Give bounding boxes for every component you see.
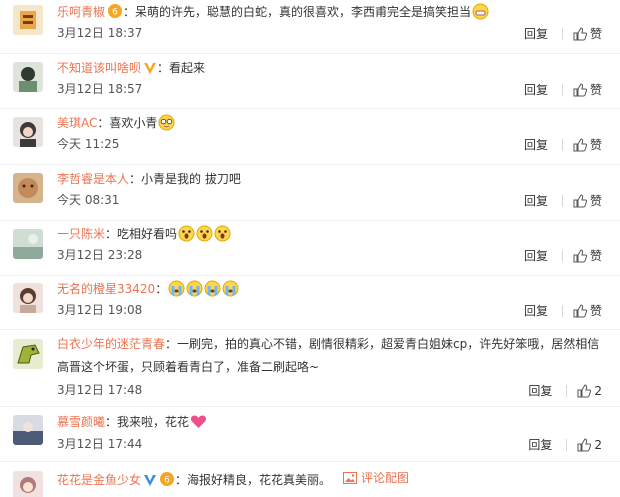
like-button[interactable]: 赞 [573, 81, 602, 98]
svg-text:6: 6 [112, 8, 118, 18]
comment-time: 3月12日 23:28 [57, 248, 143, 262]
username[interactable]: 一只陈米 [57, 227, 105, 241]
comment-time: 3月12日 17:44 [57, 437, 143, 451]
username[interactable]: 白衣少年的迷茫青春 [57, 337, 165, 351]
avatar[interactable] [13, 117, 43, 147]
comment-text: 看起来 [169, 61, 206, 75]
avatar[interactable] [13, 62, 43, 92]
comment-item: 无名的橙星33420： 3月12日 19:08 回复 赞 [0, 276, 620, 330]
comment-text: 海报好精良，花花真美丽。 [187, 473, 332, 487]
crying-emoji-icon [204, 280, 221, 297]
comment-time: 3月12日 19:08 [57, 303, 143, 317]
like-button[interactable]: 赞 [573, 192, 602, 209]
reply-button[interactable]: 回复 [528, 382, 552, 399]
reply-button[interactable]: 回复 [524, 192, 548, 209]
crying-emoji-icon [222, 280, 239, 297]
scream-emoji-icon [196, 225, 213, 242]
avatar[interactable] [13, 229, 43, 259]
comment-item: 李哲睿是本人：小青是我的 拔刀吧 今天 08:31 回复 赞 [0, 165, 620, 221]
crying-emoji-icon [186, 280, 203, 297]
avatar[interactable] [13, 339, 43, 369]
vip-badge-icon: 6 [160, 472, 175, 486]
comment-time: 3月12日 17:48 [57, 383, 143, 397]
reply-button[interactable]: 回复 [524, 136, 548, 153]
like-count: 赞 [589, 304, 602, 318]
comment-time: 今天 11:25 [57, 137, 120, 151]
thumbs-up-icon [573, 26, 587, 40]
comment-item: 美琪AC：喜欢小青 今天 11:25 回复 赞 [0, 109, 620, 165]
comment-time: 今天 08:31 [57, 193, 120, 207]
comment-item: 不知道该叫啥呗 ：看起来 3月12日 18:57 回复 赞 [0, 54, 620, 109]
username[interactable]: 乐呵青椒 [57, 5, 105, 19]
like-count: 赞 [589, 194, 602, 208]
reply-button[interactable]: 回复 [528, 436, 552, 453]
username[interactable]: 李哲睿是本人 [57, 172, 129, 186]
thumbs-up-icon [573, 193, 587, 207]
reply-button[interactable]: 回复 [524, 247, 548, 264]
avatar[interactable] [13, 5, 43, 35]
like-count: 赞 [589, 83, 602, 97]
like-count: 赞 [589, 138, 602, 152]
comment-text: 吃相好看吗 [117, 227, 178, 241]
avatar[interactable] [13, 471, 43, 497]
heart-emoji-icon [191, 415, 207, 428]
avatar[interactable] [13, 283, 43, 313]
username[interactable]: 无名的橙星33420 [57, 282, 155, 296]
comment-item: 白衣少年的迷茫青春：一刷完，拍的真心不错，剧情很精彩，超爱青白姐妹cp，许先好笨… [0, 330, 620, 407]
nerd-emoji-icon [158, 114, 175, 131]
thumbs-up-icon [573, 82, 587, 96]
comment-item: 一只陈米：吃相好看吗 3月12日 23:28 回复 赞 [0, 221, 620, 276]
comment-text: 喜欢小青 [109, 116, 158, 130]
comment-item: 花花是金鱼少女 6 ：海报好精良，花花真美丽。 评论配图 [0, 462, 620, 497]
verified-v-icon [144, 63, 157, 74]
like-count: 2 [594, 437, 602, 452]
comment-image-link[interactable]: 评论配图 [343, 467, 409, 489]
like-count: 赞 [589, 27, 602, 41]
comment-text: 呆萌的许先，聪慧的白蛇，真的很喜欢，李西甫完全是搞笑担当 [135, 5, 472, 19]
like-button[interactable]: 赞 [573, 247, 602, 264]
like-button[interactable]: 赞 [573, 136, 602, 153]
reply-button[interactable]: 回复 [524, 25, 548, 42]
reply-button[interactable]: 回复 [524, 81, 548, 98]
username[interactable]: 美琪AC [57, 116, 97, 130]
thumbs-up-icon [573, 248, 587, 262]
comment-time: 3月12日 18:57 [57, 82, 143, 96]
vip-badge-icon: 6 [108, 4, 123, 18]
comment-text: 我来啦，花花 [117, 415, 190, 429]
reply-button[interactable]: 回复 [524, 302, 548, 319]
like-button[interactable]: 2 [577, 438, 602, 452]
avatar[interactable] [13, 173, 43, 203]
crying-emoji-icon [168, 280, 185, 297]
thumbs-up-icon [577, 383, 592, 397]
comment-item: 慕雪颜曦：我来啦，花花 3月12日 17:44 回复 2 [0, 407, 620, 462]
avatar[interactable] [13, 415, 43, 445]
username[interactable]: 花花是金鱼少女 [57, 473, 141, 487]
like-button[interactable]: 2 [577, 384, 602, 398]
comment-item: 乐呵青椒 6 ：呆萌的许先，聪慧的白蛇，真的很喜欢，李西甫完全是搞笑担当 3月12日… [0, 0, 620, 54]
comment-text: 小青是我的 拔刀吧 [141, 172, 241, 186]
like-count: 赞 [589, 249, 602, 263]
scream-emoji-icon [214, 225, 231, 242]
scream-emoji-icon [178, 225, 195, 242]
grin-emoji-icon [472, 3, 489, 20]
like-count: 2 [594, 383, 602, 398]
thumbs-up-icon [573, 303, 587, 317]
svg-text:6: 6 [164, 476, 170, 486]
username[interactable]: 不知道该叫啥呗 [57, 61, 141, 75]
verified-v-icon [144, 475, 157, 486]
like-button[interactable]: 赞 [573, 25, 602, 42]
comment-time: 3月12日 18:37 [57, 26, 143, 40]
thumbs-up-icon [577, 437, 592, 451]
image-icon [343, 472, 358, 484]
like-button[interactable]: 赞 [573, 302, 602, 319]
thumbs-up-icon [573, 137, 587, 151]
username[interactable]: 慕雪颜曦 [57, 415, 105, 429]
